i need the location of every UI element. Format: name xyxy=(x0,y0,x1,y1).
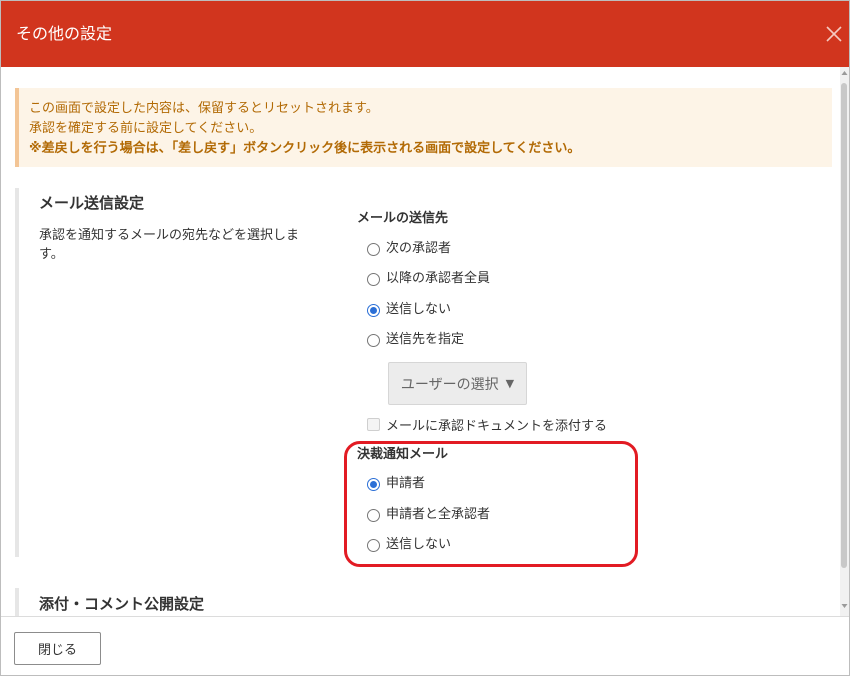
radio-all-subsequent-approvers[interactable]: 以降の承認者全員 xyxy=(367,269,490,289)
radio-button-selected[interactable] xyxy=(367,303,380,317)
radio-button-selected[interactable] xyxy=(367,477,380,491)
comment-settings-title: 添付・コメント公開設定 xyxy=(39,595,205,613)
scrollbar-thumb[interactable] xyxy=(841,83,847,568)
scroll-down-arrow-icon[interactable] xyxy=(841,602,848,610)
mail-settings-title: メール送信設定 xyxy=(39,194,145,212)
notice-line-3: ※差戻しを行う場合は、「差し戻す」ボタンクリック後に表示される画面で設定してくだ… xyxy=(29,141,581,156)
radio-label: 送信しない xyxy=(386,537,452,552)
radio-label: 次の承認者 xyxy=(386,241,452,256)
recipient-group-label: メールの送信先 xyxy=(357,211,449,226)
dialog-body[interactable]: この画面で設定した内容は、保留するとリセットされます。 承認を確定する前に設定し… xyxy=(1,67,849,616)
mail-settings-section: メール送信設定 承認を通知するメールの宛先などを選択します。 メールの送信先 次… xyxy=(15,188,832,557)
settings-dialog: その他の設定 この画面で設定した内容は、保留するとリセットされます。 承認を確定… xyxy=(0,0,850,676)
radio-specify-recipients[interactable]: 送信先を指定 xyxy=(367,330,464,350)
dialog-title: その他の設定 xyxy=(16,24,113,43)
mail-settings-description: 承認を通知するメールの宛先などを選択します。 xyxy=(39,228,300,262)
close-icon xyxy=(826,26,842,42)
caret-down-icon: ▼ xyxy=(505,377,515,390)
attach-document-label: メールに承認ドキュメントを添付する xyxy=(386,418,608,434)
radio-button[interactable] xyxy=(367,272,380,286)
radio-do-not-send[interactable]: 送信しない xyxy=(367,300,451,320)
user-select-button[interactable]: ユーザーの選択 ▼ xyxy=(388,362,527,405)
radio-label: 以降の承認者全員 xyxy=(386,271,491,286)
radio-applicant-and-all-approvers[interactable]: 申請者と全承認者 xyxy=(367,505,490,525)
radio-decision-do-not-send[interactable]: 送信しない xyxy=(367,535,451,555)
radio-button[interactable] xyxy=(367,242,380,256)
attach-document-checkbox-row[interactable]: メールに承認ドキュメントを添付する xyxy=(367,414,607,434)
dialog-footer: 閉じる xyxy=(1,616,849,675)
radio-label: 送信しない xyxy=(386,302,452,317)
scroll-up-arrow-icon[interactable] xyxy=(841,69,848,77)
notice-line-1: この画面で設定した内容は、保留するとリセットされます。 xyxy=(29,101,379,116)
radio-next-approver[interactable]: 次の承認者 xyxy=(367,239,451,259)
radio-button[interactable] xyxy=(367,508,380,522)
radio-button[interactable] xyxy=(367,538,380,552)
attach-document-checkbox[interactable] xyxy=(367,417,380,431)
notice-box: この画面で設定した内容は、保留するとリセットされます。 承認を確定する前に設定し… xyxy=(15,88,832,167)
radio-button[interactable] xyxy=(367,333,380,347)
radio-label: 申請者と全承認者 xyxy=(386,507,491,522)
decision-group-label: 決裁通知メール xyxy=(357,447,449,462)
user-select-label: ユーザーの選択 xyxy=(400,376,499,393)
dialog-header: その他の設定 xyxy=(1,1,849,67)
close-dialog-button[interactable]: 閉じる xyxy=(14,632,101,665)
comment-settings-section: 添付・コメント公開設定 xyxy=(15,588,832,616)
radio-label: 申請者 xyxy=(386,476,426,491)
close-button[interactable] xyxy=(825,25,843,43)
radio-applicant[interactable]: 申請者 xyxy=(367,474,425,494)
notice-line-2: 承認を確定する前に設定してください。 xyxy=(29,121,263,136)
radio-label: 送信先を指定 xyxy=(386,332,465,347)
